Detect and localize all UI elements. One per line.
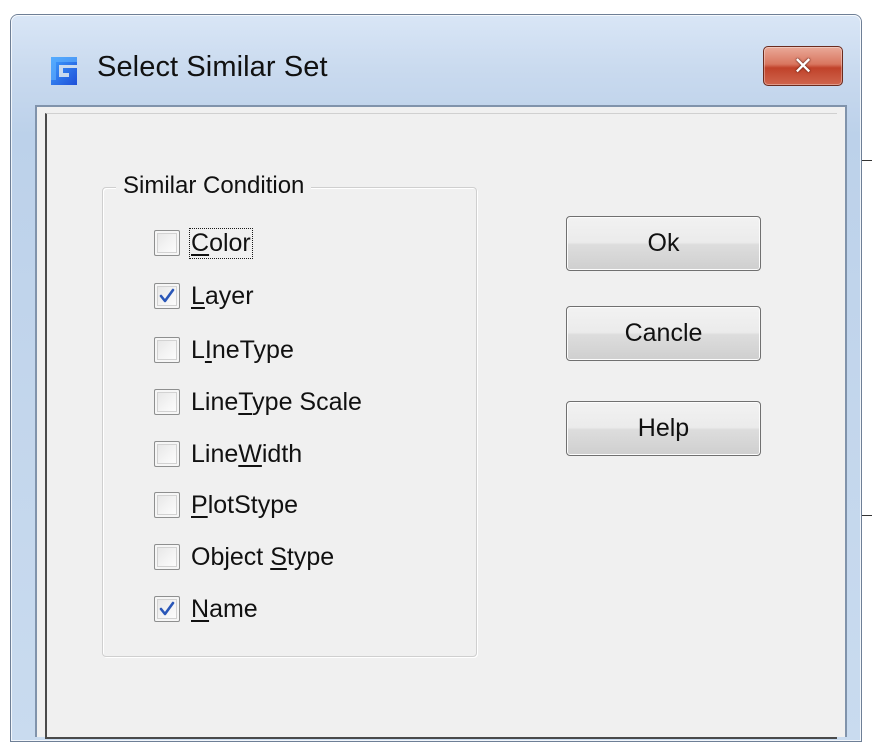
mnemonic-letter: W — [238, 439, 262, 468]
window-title: Select Similar Set — [97, 51, 328, 83]
mnemonic-letter: S — [270, 542, 287, 571]
close-button[interactable]: ✕ — [763, 46, 843, 86]
check-icon — [159, 601, 175, 616]
checkbox-box[interactable] — [154, 596, 180, 622]
mnemonic-letter: P — [191, 490, 208, 519]
mnemonic-letter: L — [191, 281, 205, 310]
checkbox-color[interactable]: Color — [154, 226, 253, 260]
checkbox-label: Name — [191, 594, 258, 623]
close-icon: ✕ — [792, 52, 814, 80]
mnemonic-letter: C — [191, 228, 210, 257]
screen: Select Similar Set ✕ Similar Condition C… — [0, 0, 872, 744]
cancel-button[interactable]: Cancle — [566, 306, 761, 361]
checkbox-layer[interactable]: Layer — [154, 279, 256, 313]
checkbox-box[interactable] — [154, 492, 180, 518]
checkbox-label: LineWidth — [191, 439, 303, 468]
checkbox-label: PlotStype — [191, 490, 299, 519]
checkbox-linewidth[interactable]: LineWidth — [154, 437, 304, 471]
checkbox-label: Layer — [191, 281, 254, 310]
groupbox-label: Similar Condition — [116, 172, 312, 200]
title-bar[interactable]: Select Similar Set ✕ — [11, 15, 861, 93]
checkbox-box[interactable] — [154, 389, 180, 415]
help-button[interactable]: Help — [566, 401, 761, 456]
checkbox-label: LineType Scale — [191, 387, 362, 416]
checkbox-object-stype[interactable]: Object Stype — [154, 540, 336, 574]
checkbox-box[interactable] — [154, 337, 180, 363]
checkbox-name[interactable]: Name — [154, 592, 260, 626]
background-edge-mark — [862, 515, 872, 516]
app-logo-icon — [45, 53, 81, 89]
checkbox-label: Object Stype — [191, 542, 335, 571]
checkbox-box[interactable] — [154, 544, 180, 570]
checkbox-label: Color — [189, 227, 253, 259]
mnemonic-letter: T — [238, 387, 253, 416]
checkbox-linetype-scale[interactable]: LineType Scale — [154, 385, 364, 419]
mnemonic-letter: I — [204, 335, 212, 364]
checkbox-linetype[interactable]: LIneType — [154, 333, 296, 367]
ok-button[interactable]: Ok — [566, 216, 761, 271]
checkbox-plotstype[interactable]: PlotStype — [154, 488, 300, 522]
checkbox-label: LIneType — [191, 335, 294, 364]
mnemonic-letter: N — [191, 594, 210, 623]
check-icon — [159, 288, 175, 303]
background-edge-mark — [862, 160, 872, 161]
checkbox-box[interactable] — [154, 230, 180, 256]
checkbox-box[interactable] — [154, 441, 180, 467]
checkbox-box[interactable] — [154, 283, 180, 309]
